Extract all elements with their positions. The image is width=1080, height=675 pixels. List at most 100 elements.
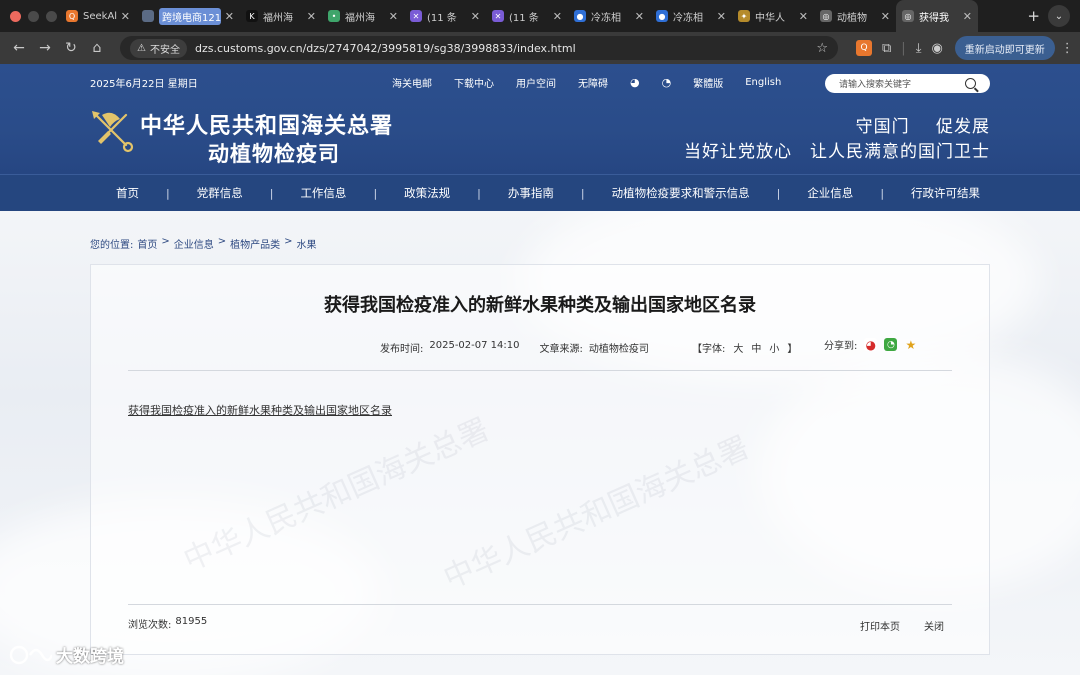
font-large-button[interactable]: 大 <box>733 340 743 355</box>
footer-divider <box>128 604 952 605</box>
view-count: 浏览次数: 81955 <box>128 616 207 631</box>
nav-separator: | <box>776 186 781 200</box>
nav-item[interactable]: 企业信息 <box>807 185 853 201</box>
breadcrumb-separator: > <box>161 236 170 247</box>
tab-favicon-icon: ✦ <box>738 10 750 22</box>
breadcrumb-item-fruit[interactable]: 水果 <box>297 236 317 251</box>
extensions-puzzle-icon[interactable]: ⧉ <box>882 41 891 56</box>
forward-arrow-icon[interactable]: → <box>32 40 58 56</box>
font-small-button[interactable]: 小 <box>769 340 779 355</box>
tab-close-icon[interactable]: ✕ <box>225 10 234 23</box>
nav-item[interactable]: 党群信息 <box>197 185 243 201</box>
link-english[interactable]: English <box>745 77 781 88</box>
nav-item[interactable]: 办事指南 <box>508 185 554 201</box>
brand-subtitle: 动植物检疫司 <box>208 141 340 166</box>
breadcrumb-item-enterprise[interactable]: 企业信息 <box>174 236 214 251</box>
browser-tab[interactable]: ✕ (11 条 ✕ <box>404 0 486 32</box>
breadcrumb-item-plant-products[interactable]: 植物产品类 <box>230 236 280 251</box>
font-medium-button[interactable]: 中 <box>751 340 761 355</box>
close-window-button[interactable] <box>10 10 21 22</box>
tab-close-icon[interactable]: ✕ <box>881 10 890 23</box>
browser-tab[interactable]: • 福州海 ✕ <box>322 0 404 32</box>
source-value: 动植物检疫司 <box>588 344 649 355</box>
nav-item[interactable]: 行政许可结果 <box>911 185 980 201</box>
tab-close-icon[interactable]: ✕ <box>553 10 562 23</box>
tab-close-icon[interactable]: ✕ <box>635 10 644 23</box>
tab-favicon-icon: ◎ <box>820 10 832 22</box>
wechat-icon[interactable]: ◔ <box>662 76 672 89</box>
article-actions: 打印本页 关闭 <box>860 618 944 633</box>
tab-close-icon[interactable]: ✕ <box>963 10 972 23</box>
tab-favicon-icon: ✕ <box>410 10 422 22</box>
browser-tab[interactable]: ● 冷冻相 ✕ <box>650 0 732 32</box>
nav-item[interactable]: 工作信息 <box>300 185 346 201</box>
extensions-area: Q ⧉ | ⤓ ◉ <box>856 40 943 56</box>
slogan-line-2: 当好让党放心 让人民满意的国门卫士 <box>684 137 990 162</box>
tab-search-chevron-icon[interactable]: ⌄ <box>1048 5 1070 27</box>
breadcrumb-item-home[interactable]: 首页 <box>137 236 157 251</box>
reload-icon[interactable]: ↻ <box>58 40 84 56</box>
close-button[interactable]: 关闭 <box>924 618 944 633</box>
url-text: dzs.customs.gov.cn/dzs/2747042/3995819/s… <box>194 41 576 55</box>
link-user-space[interactable]: 用户空间 <box>516 75 556 90</box>
seekai-extension-icon[interactable]: Q <box>856 40 872 56</box>
browser-tab[interactable]: ✕ (11 条 ✕ <box>486 0 568 32</box>
bookmark-star-icon[interactable]: ☆ <box>816 41 828 56</box>
search-icon[interactable] <box>965 78 976 89</box>
site-search-input[interactable]: 请输入搜索关键字 <box>825 74 990 93</box>
tab-close-icon[interactable]: ✕ <box>799 10 808 23</box>
browser-tab[interactable]: 跨境电商1210出口和 ✕ <box>136 0 240 32</box>
nav-separator: | <box>166 186 170 200</box>
browser-tab[interactable]: ◎ 获得我 ✕ <box>896 0 978 32</box>
profile-icon[interactable]: ◉ <box>931 41 942 56</box>
nav-separator: | <box>373 186 378 200</box>
tab-favicon-icon: K <box>246 10 258 22</box>
nav-item[interactable]: 动植物检疫要求和警示信息 <box>612 185 750 201</box>
nav-item[interactable]: 首页 <box>116 185 139 201</box>
top-links: 海关电邮 下载中心 用户空间 无障碍 ◕ ◔ 繁體版 English <box>392 75 781 90</box>
browser-tab[interactable]: Q SeekAl ✕ <box>60 0 136 32</box>
browser-tab[interactable]: ◎ 动植物 ✕ <box>814 0 896 32</box>
print-button[interactable]: 打印本页 <box>860 618 900 633</box>
browser-tab[interactable]: ✦ 中华人 ✕ <box>732 0 814 32</box>
browser-tab[interactable]: K 福州海 ✕ <box>240 0 322 32</box>
nav-item[interactable]: 政策法规 <box>404 185 450 201</box>
home-icon[interactable]: ⌂ <box>84 40 110 56</box>
address-bar[interactable]: ⚠ 不安全 dzs.customs.gov.cn/dzs/2747042/399… <box>120 36 838 60</box>
attachment-link[interactable]: 获得我国检疫准入的新鲜水果种类及输出国家地区名录 <box>128 402 392 418</box>
favorite-star-icon[interactable]: ★ <box>904 338 917 352</box>
link-accessibility[interactable]: 无障碍 <box>578 75 608 90</box>
slogan-part: 让人民满意的国门卫士 <box>810 142 990 162</box>
tab-favicon-icon: ● <box>656 10 668 22</box>
link-traditional-chinese[interactable]: 繁體版 <box>693 75 723 90</box>
tab-close-icon[interactable]: ✕ <box>389 10 398 23</box>
article-card <box>90 264 990 655</box>
link-email[interactable]: 海关电邮 <box>392 75 432 90</box>
back-arrow-icon[interactable]: ← <box>6 40 32 56</box>
font-label: 【字体: <box>692 344 726 355</box>
new-tab-button[interactable]: + <box>1019 7 1048 25</box>
font-size-selector: 【字体: 大 中 小 】 <box>692 340 797 355</box>
menu-kebab-icon[interactable]: ⋮ <box>1061 41 1074 56</box>
tab-title: 冷冻相 <box>673 12 703 24</box>
tab-title: SeekAl <box>83 10 117 22</box>
tab-close-icon[interactable]: ✕ <box>307 10 316 23</box>
update-button[interactable]: 重新启动即可更新 <box>954 36 1055 60</box>
wechat-share-icon[interactable]: ◔ <box>884 338 898 351</box>
browser-tab[interactable]: ● 冷冻相 ✕ <box>568 0 650 32</box>
maximize-window-button[interactable] <box>46 10 57 22</box>
tab-title: 冷冻相 <box>591 12 621 24</box>
minimize-window-button[interactable] <box>28 10 39 22</box>
tab-favicon-icon: • <box>328 10 340 22</box>
tab-close-icon[interactable]: ✕ <box>121 10 130 23</box>
link-download-center[interactable]: 下载中心 <box>454 75 494 90</box>
tab-close-icon[interactable]: ✕ <box>717 10 726 23</box>
security-indicator[interactable]: ⚠ 不安全 <box>130 38 187 58</box>
views-value: 81955 <box>175 616 208 627</box>
tab-close-icon[interactable]: ✕ <box>471 10 480 23</box>
breadcrumb-prefix: 您的位置: <box>90 240 134 251</box>
tab-favicon-icon: ✕ <box>492 10 504 22</box>
weibo-icon[interactable]: ◕ <box>630 76 640 89</box>
download-icon[interactable]: ⤓ <box>916 41 922 56</box>
weibo-share-icon[interactable]: ◕ <box>864 338 878 352</box>
